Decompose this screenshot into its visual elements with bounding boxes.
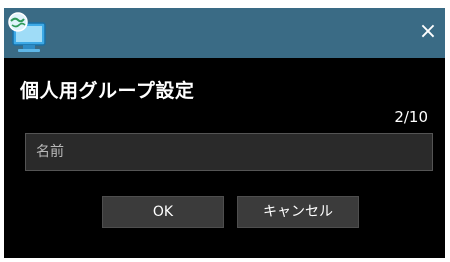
cancel-button[interactable]: キャンセル bbox=[237, 196, 359, 228]
group-settings-dialog: × 個人用グループ設定 2/10 OK キャンセル bbox=[4, 8, 445, 258]
close-button[interactable]: × bbox=[413, 17, 443, 47]
globe-computer-icon bbox=[5, 11, 49, 55]
name-input[interactable] bbox=[25, 133, 433, 171]
dialog-title: 個人用グループ設定 bbox=[20, 80, 195, 102]
close-icon[interactable]: × bbox=[419, 19, 437, 44]
group-count: 2/10 bbox=[394, 108, 428, 126]
title-bar[interactable]: × bbox=[4, 8, 445, 58]
ok-button[interactable]: OK bbox=[102, 196, 224, 228]
